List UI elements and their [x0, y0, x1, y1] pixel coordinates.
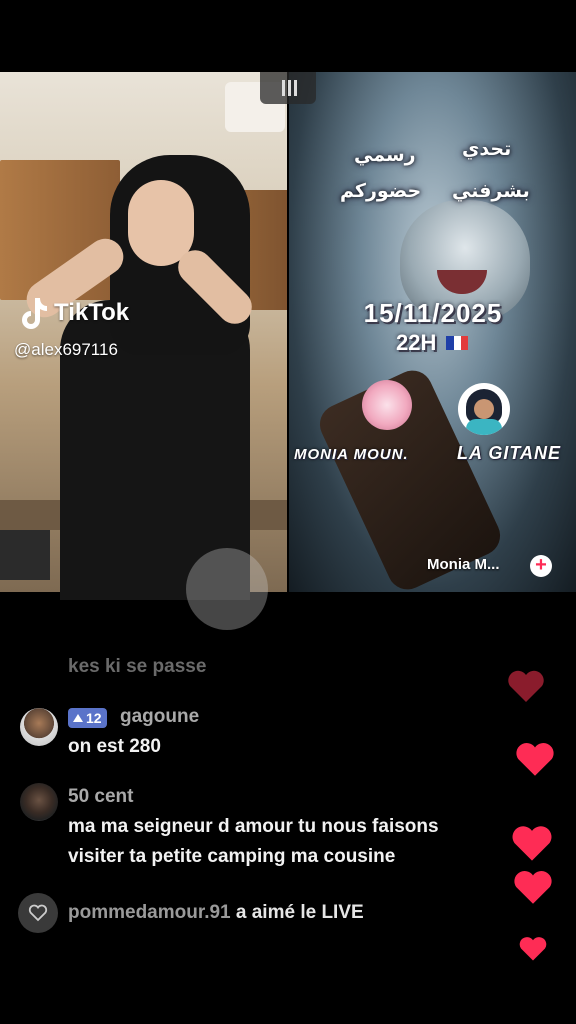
level-triangle-icon — [73, 714, 83, 722]
tiktok-note-icon — [18, 296, 48, 330]
like-event-text: a aimé le LIVE — [235, 902, 364, 923]
challenger-name-right: LA GITANE — [457, 443, 561, 463]
floating-heart-icon — [516, 743, 554, 776]
split-handle[interactable] — [260, 72, 316, 104]
poster-time-row: 22H — [396, 330, 469, 356]
princess-avatar-icon — [458, 383, 510, 435]
floating-heart-icon — [508, 670, 544, 702]
commenter-avatar[interactable] — [20, 783, 58, 821]
france-flag-icon — [446, 336, 469, 350]
comment-text: ma ma seigneur d amour tu nous faisons — [68, 816, 439, 837]
poster-arabic-text: بشرفني — [452, 180, 530, 202]
faded-comment: kes ki se passe — [68, 656, 207, 677]
floating-heart-icon — [519, 937, 547, 961]
like-event-row: pommedamour.91 a aimé le LIVE — [68, 902, 364, 924]
comment-text: visiter ta petite camping ma cousine — [68, 846, 396, 867]
commenter-avatar[interactable] — [20, 708, 58, 746]
touch-indicator — [186, 548, 268, 630]
heart-outline-icon — [28, 904, 48, 922]
challenger-name-left: MONIA MOUN. — [294, 446, 409, 463]
level-number: 12 — [86, 710, 102, 726]
like-event-icon — [18, 893, 58, 933]
follow-plus-button[interactable]: + — [530, 555, 552, 577]
tiktok-wordmark: TikTok — [54, 299, 130, 326]
comment-text: on est 280 — [68, 736, 161, 757]
tiktok-watermark: TikTok — [18, 296, 129, 330]
tiktok-username-watermark: @alex697116 — [14, 340, 118, 359]
poster-arabic-text: رسمي — [354, 144, 416, 166]
level-badge: 12 — [68, 708, 107, 728]
floating-heart-icon — [512, 826, 552, 861]
rose-avatar-icon — [362, 380, 412, 430]
top-status-area — [0, 0, 576, 72]
poster-date: 15/11/2025 — [363, 298, 503, 328]
poster-arabic-text: تحدي — [462, 138, 512, 160]
oven — [0, 530, 50, 580]
guest-host-name[interactable]: Monia M... — [427, 556, 500, 573]
commenter-username[interactable]: gagoune — [120, 706, 199, 728]
poster-time: 22H — [396, 330, 437, 355]
poster-arabic-text: حضوركم — [340, 180, 422, 202]
commenter-username[interactable]: 50 cent — [68, 786, 133, 808]
floating-heart-icon — [514, 871, 552, 904]
like-event-username[interactable]: pommedamour.91 — [68, 902, 231, 923]
